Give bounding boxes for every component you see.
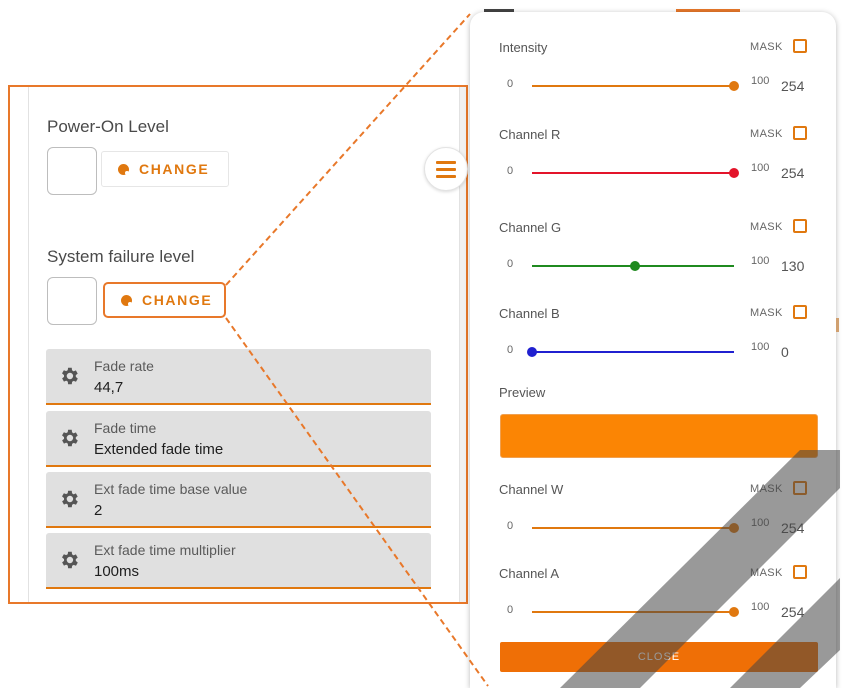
mask-checkbox[interactable] (793, 39, 807, 53)
setting-title: Fade rate (94, 358, 154, 374)
channel-value: 0 (781, 344, 789, 360)
mask-checkbox[interactable] (793, 219, 807, 233)
slider-thumb[interactable] (729, 81, 739, 91)
channel-label: Intensity (499, 40, 548, 55)
mask-checkbox[interactable] (793, 305, 807, 319)
system-failure-change-button[interactable]: CHANGE (103, 282, 226, 318)
menu-icon (436, 160, 456, 164)
slider-min-label: 0 (507, 78, 514, 90)
slider-track[interactable] (532, 172, 734, 174)
slider-min-label: 0 (507, 165, 514, 177)
slider-max-label: 100 (751, 517, 770, 529)
mask-checkbox[interactable] (793, 126, 807, 140)
setting-value: 100ms (94, 563, 140, 580)
slider-track[interactable] (532, 611, 734, 613)
slider-max-label: 100 (751, 601, 770, 613)
mask-label: MASK (750, 567, 783, 579)
slider-thumb[interactable] (630, 261, 641, 271)
slider-track[interactable] (532, 527, 734, 529)
channel-label: Channel A (499, 566, 559, 581)
system-failure-level-label: System failure level (47, 247, 195, 266)
color-preview (500, 414, 818, 458)
gear-icon (58, 427, 80, 449)
slider-min-label: 0 (507, 258, 514, 270)
mask-label: MASK (750, 221, 783, 233)
mask-label: MASK (750, 307, 783, 319)
slider-thumb[interactable] (729, 168, 739, 178)
setting-title: Fade time (94, 420, 157, 436)
palette-icon (121, 294, 132, 306)
channel-label: Channel G (499, 220, 562, 235)
setting-row[interactable]: Ext fade time base value 2 (46, 472, 431, 528)
slider-thumb[interactable] (729, 523, 739, 533)
slider-track[interactable] (532, 85, 734, 87)
channel-value: 254 (781, 604, 805, 620)
slider-max-label: 100 (751, 341, 770, 353)
slider-track[interactable] (532, 351, 734, 353)
mask-label: MASK (750, 128, 783, 140)
channel-label: Channel W (499, 482, 564, 497)
setting-title: Ext fade time multiplier (94, 542, 236, 558)
channel-label: Channel B (499, 306, 560, 321)
slider-max-label: 100 (751, 75, 770, 87)
channel-value: 254 (781, 165, 805, 181)
system-failure-change-label: CHANGE (142, 292, 213, 308)
slider-min-label: 0 (507, 520, 514, 532)
channel-value: 130 (781, 258, 805, 274)
setting-row[interactable]: Ext fade time multiplier 100ms (46, 533, 431, 589)
slider-min-label: 0 (507, 344, 514, 356)
menu-button[interactable] (424, 147, 468, 191)
mask-label: MASK (750, 41, 783, 53)
setting-value: 44,7 (94, 379, 124, 396)
background-menu-icon (836, 318, 839, 332)
slider-thumb[interactable] (729, 607, 739, 617)
slider-max-label: 100 (751, 255, 770, 267)
palette-icon (118, 163, 129, 175)
gear-icon (58, 488, 80, 510)
slider-thumb[interactable] (527, 347, 537, 357)
color-picker-dialog: Intensity MASK 0 100 254 Channel R MASK 0 100 254… (470, 12, 836, 688)
channel-value: 254 (781, 520, 805, 536)
setting-row[interactable]: Fade time Extended fade time (46, 411, 431, 467)
setting-value: 2 (94, 502, 103, 519)
preview-label: Preview (499, 385, 546, 400)
power-on-level-swatch[interactable] (47, 147, 97, 195)
channel-value: 254 (781, 78, 805, 94)
slider-max-label: 100 (751, 162, 770, 174)
channel-label: Channel R (499, 127, 561, 142)
setting-title: Ext fade time base value (94, 481, 248, 497)
close-button[interactable]: CLOSE (500, 642, 818, 672)
power-on-change-button[interactable]: CHANGE (101, 151, 229, 187)
mask-checkbox[interactable] (793, 565, 807, 579)
setting-row[interactable]: Fade rate 44,7 (46, 349, 431, 405)
power-on-change-label: CHANGE (139, 161, 210, 177)
system-failure-level-swatch[interactable] (47, 277, 97, 325)
setting-value: Extended fade time (94, 441, 224, 458)
mask-label: MASK (750, 483, 783, 495)
gear-icon (58, 549, 80, 571)
slider-min-label: 0 (507, 604, 514, 616)
mask-checkbox[interactable] (793, 481, 807, 495)
power-on-level-label: Power-On Level (47, 117, 169, 136)
gear-icon (58, 365, 80, 387)
